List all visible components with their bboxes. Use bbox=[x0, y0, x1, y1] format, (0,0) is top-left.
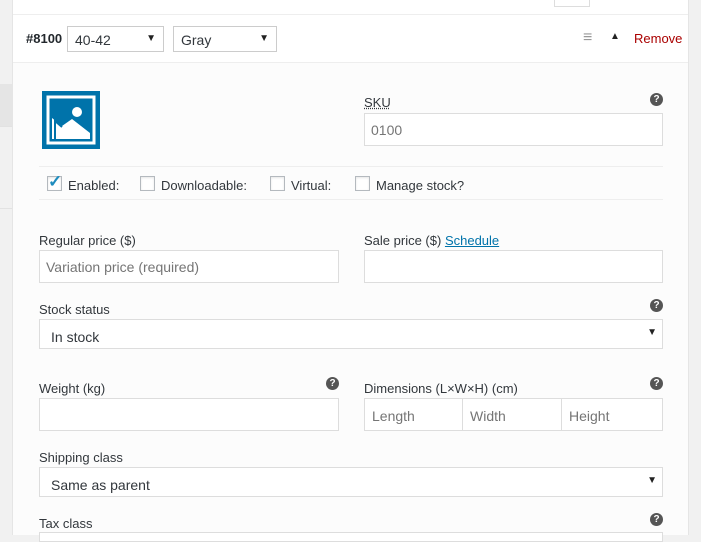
right-background bbox=[689, 0, 701, 535]
color-select-value: Gray bbox=[181, 32, 212, 48]
left-background bbox=[0, 0, 12, 535]
checkmark-icon: ✓ bbox=[48, 172, 63, 191]
menu-icon[interactable]: ≡ bbox=[583, 29, 592, 47]
previous-variation-edge bbox=[13, 0, 688, 15]
regular-price-input[interactable]: Variation price (required) bbox=[39, 250, 339, 283]
length-input[interactable]: Length bbox=[364, 398, 463, 431]
color-select[interactable]: Gray ▼ bbox=[173, 26, 277, 52]
divider bbox=[39, 199, 663, 200]
chevron-down-icon: ▼ bbox=[647, 327, 657, 338]
size-select[interactable]: 40-42 ▼ bbox=[67, 26, 164, 52]
divider bbox=[0, 126, 12, 127]
weight-input[interactable] bbox=[39, 398, 339, 431]
sku-label: SKU bbox=[364, 95, 391, 110]
help-icon[interactable]: ? bbox=[650, 513, 663, 526]
enabled-label: Enabled: bbox=[68, 178, 120, 193]
help-icon[interactable]: ? bbox=[650, 299, 663, 312]
highlighted-row bbox=[0, 84, 12, 126]
previous-variation-button[interactable] bbox=[554, 0, 590, 7]
sale-price-input[interactable] bbox=[364, 250, 663, 283]
help-icon[interactable]: ? bbox=[326, 377, 339, 390]
help-icon[interactable]: ? bbox=[650, 93, 663, 106]
virtual-label: Virtual: bbox=[291, 178, 332, 193]
chevron-down-icon: ▼ bbox=[146, 33, 156, 44]
shipping-class-value: Same as parent bbox=[51, 477, 150, 493]
chevron-down-icon: ▼ bbox=[259, 33, 269, 44]
downloadable-checkbox[interactable] bbox=[140, 176, 155, 191]
size-select-value: 40-42 bbox=[75, 32, 111, 48]
stock-status-value: In stock bbox=[51, 329, 100, 345]
variation-header[interactable]: #8100 40-42 ▼ Gray ▼ ≡ ▲ Remove bbox=[13, 15, 688, 63]
divider bbox=[0, 208, 12, 209]
downloadable-label: Downloadable: bbox=[161, 178, 248, 193]
tax-class-select[interactable] bbox=[39, 532, 663, 542]
schedule-link[interactable]: Schedule bbox=[445, 233, 499, 248]
sale-price-label: Sale price ($) Schedule bbox=[364, 233, 499, 248]
tax-class-label: Tax class bbox=[39, 516, 93, 531]
sale-price-label-text: Sale price ($) bbox=[364, 233, 442, 248]
divider bbox=[39, 166, 663, 167]
width-input[interactable]: Width bbox=[462, 398, 562, 431]
shipping-class-select[interactable]: Same as parent ▼ bbox=[39, 467, 663, 497]
stock-status-select[interactable]: In stock ▼ bbox=[39, 319, 663, 349]
regular-price-label: Regular price ($) bbox=[39, 233, 136, 248]
variation-panel: #8100 40-42 ▼ Gray ▼ ≡ ▲ Remove SKU ? 01… bbox=[12, 0, 689, 542]
variation-image-button[interactable] bbox=[42, 91, 100, 149]
dimensions-label: Dimensions (L×W×H) (cm) bbox=[364, 381, 518, 396]
caret-up-icon[interactable]: ▲ bbox=[610, 31, 620, 42]
height-input[interactable]: Height bbox=[561, 398, 663, 431]
chevron-down-icon: ▼ bbox=[647, 475, 657, 486]
manage-stock-checkbox[interactable] bbox=[355, 176, 370, 191]
stock-status-label: Stock status bbox=[39, 302, 110, 317]
enabled-checkbox[interactable]: ✓ bbox=[47, 172, 62, 191]
shipping-class-label: Shipping class bbox=[39, 450, 123, 465]
variation-id: #8100 bbox=[26, 31, 63, 46]
remove-link[interactable]: Remove bbox=[634, 31, 682, 46]
help-icon[interactable]: ? bbox=[650, 377, 663, 390]
image-placeholder-icon bbox=[46, 95, 96, 145]
manage-stock-label: Manage stock? bbox=[376, 178, 465, 193]
virtual-checkbox[interactable] bbox=[270, 176, 285, 191]
sku-input[interactable]: 0100 bbox=[364, 113, 663, 146]
weight-label: Weight (kg) bbox=[39, 381, 106, 396]
